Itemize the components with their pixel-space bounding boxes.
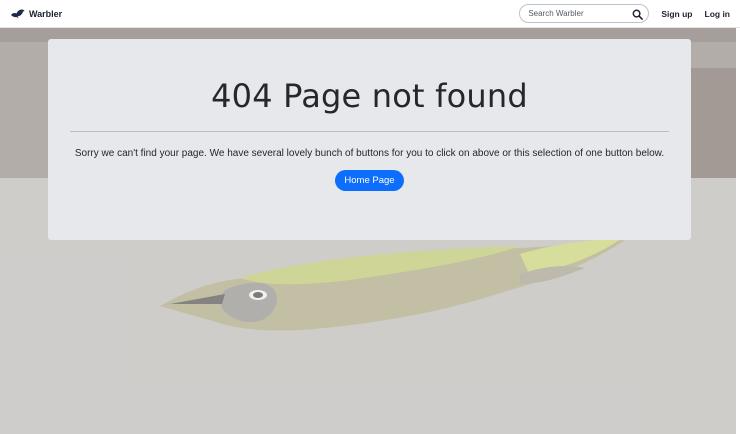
nav-actions: Sign up Log in bbox=[519, 4, 730, 23]
bird-logo-icon bbox=[11, 9, 25, 19]
search-button[interactable] bbox=[630, 7, 644, 21]
search-icon bbox=[632, 9, 643, 20]
navbar: Warbler Sign up Log in bbox=[0, 0, 740, 28]
divider bbox=[70, 131, 669, 132]
brand-link[interactable]: Warbler bbox=[10, 8, 62, 19]
home-page-button[interactable]: Home Page bbox=[335, 169, 404, 191]
search-input[interactable] bbox=[520, 5, 625, 22]
window-edge bbox=[736, 28, 740, 434]
error-card: 404 Page not found Sorry we can't find y… bbox=[48, 39, 691, 240]
search-form bbox=[519, 4, 650, 23]
signup-link[interactable]: Sign up bbox=[661, 9, 692, 19]
brand-name: Warbler bbox=[29, 8, 63, 19]
login-link[interactable]: Log in bbox=[705, 9, 731, 19]
background-hero: 404 Page not found Sorry we can't find y… bbox=[0, 28, 740, 434]
page-title: 404 Page not found bbox=[211, 77, 528, 115]
error-message: Sorry we can't find your page. We have s… bbox=[74, 148, 665, 159]
